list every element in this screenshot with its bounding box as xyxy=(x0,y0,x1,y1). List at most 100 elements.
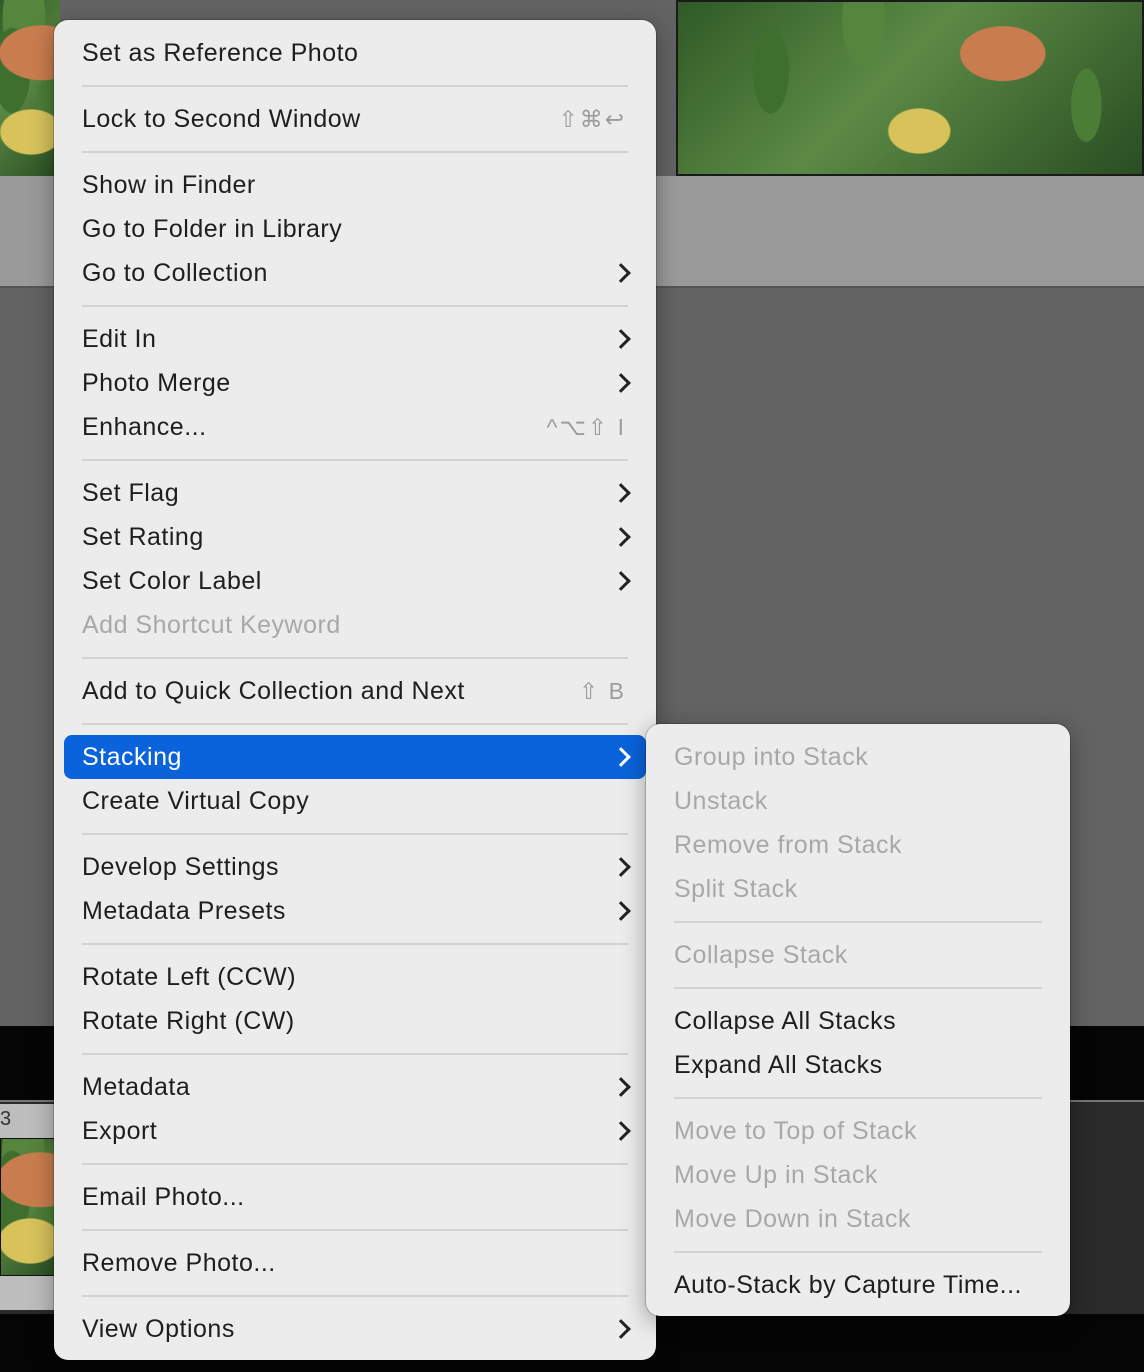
menu-item-stacking[interactable]: Stacking xyxy=(64,735,646,779)
menu-item-split-stack: Split Stack xyxy=(656,867,1060,911)
menu-item-metadata-presets[interactable]: Metadata Presets xyxy=(64,889,646,933)
menu-item-label: Split Stack xyxy=(674,875,798,903)
menu-item-label: Add Shortcut Keyword xyxy=(82,611,341,639)
menu-item-label: Move Up in Stack xyxy=(674,1161,878,1189)
chevron-right-icon xyxy=(611,571,631,591)
menu-item-label: Create Virtual Copy xyxy=(82,787,310,815)
menu-item-label: Stacking xyxy=(82,743,182,771)
menu-item-auto-stack-by-capture-time[interactable]: Auto-Stack by Capture Time... xyxy=(656,1263,1060,1307)
menu-item-collapse-all-stacks[interactable]: Collapse All Stacks xyxy=(656,999,1060,1043)
menu-item-label: Rotate Left (CCW) xyxy=(82,963,297,991)
menu-item-set-rating[interactable]: Set Rating xyxy=(64,515,646,559)
stacking-submenu: Group into Stack Unstack Remove from Stack… xyxy=(646,724,1070,1316)
menu-item-group-into-stack: Group into Stack xyxy=(656,735,1060,779)
menu-item-label: Set Flag xyxy=(82,479,180,507)
menu-item-unstack: Unstack xyxy=(656,779,1060,823)
menu-item-label: Develop Settings xyxy=(82,853,280,881)
menu-separator xyxy=(674,1251,1042,1253)
menu-item-label: Unstack xyxy=(674,787,768,815)
menu-separator xyxy=(82,305,628,307)
menu-item-label: Group into Stack xyxy=(674,743,869,771)
menu-separator xyxy=(82,85,628,87)
menu-item-label: Enhance... xyxy=(82,413,207,441)
menu-separator xyxy=(82,1295,628,1297)
menu-separator xyxy=(82,657,628,659)
chevron-right-icon xyxy=(611,1077,631,1097)
menu-item-label: Edit In xyxy=(82,325,157,353)
filmstrip-thumb-number: 3 xyxy=(0,1108,12,1130)
menu-item-label: Metadata xyxy=(82,1073,191,1101)
menu-separator xyxy=(82,1229,628,1231)
photo-context-menu: Set as Reference Photo Lock to Second Win… xyxy=(54,20,656,1360)
chevron-right-icon xyxy=(611,857,631,877)
menu-separator xyxy=(82,723,628,725)
menu-item-label: Export xyxy=(82,1117,158,1145)
menu-item-label: Expand All Stacks xyxy=(674,1051,883,1079)
menu-item-shortcut: ⇧ B xyxy=(578,678,626,704)
menu-item-show-in-finder[interactable]: Show in Finder xyxy=(64,163,646,207)
menu-item-move-to-top-of-stack: Move to Top of Stack xyxy=(656,1109,1060,1153)
menu-item-photo-merge[interactable]: Photo Merge xyxy=(64,361,646,405)
menu-item-move-down-in-stack: Move Down in Stack xyxy=(656,1197,1060,1241)
menu-item-label: Set Color Label xyxy=(82,567,262,595)
menu-item-enhance[interactable]: Enhance... ^⌥⇧ I xyxy=(64,405,646,449)
menu-item-collapse-stack: Collapse Stack xyxy=(656,933,1060,977)
menu-item-shortcut: ^⌥⇧ I xyxy=(546,414,626,440)
menu-item-label: Metadata Presets xyxy=(82,897,286,925)
menu-item-shortcut: ⇧⌘↩ xyxy=(558,106,626,132)
chevron-right-icon xyxy=(611,747,631,767)
menu-separator xyxy=(674,921,1042,923)
photo-thumbnail-right[interactable] xyxy=(676,0,1144,176)
chevron-right-icon xyxy=(611,1319,631,1339)
menu-item-metadata[interactable]: Metadata xyxy=(64,1065,646,1109)
menu-separator xyxy=(674,987,1042,989)
chevron-right-icon xyxy=(611,373,631,393)
menu-item-label: Email Photo... xyxy=(82,1183,245,1211)
menu-item-label: Move Down in Stack xyxy=(674,1205,911,1233)
menu-item-add-to-quick-collection-and-next[interactable]: Add to Quick Collection and Next ⇧ B xyxy=(64,669,646,713)
filmstrip-thumbnail[interactable] xyxy=(0,1138,58,1276)
chevron-right-icon xyxy=(611,527,631,547)
chevron-right-icon xyxy=(611,901,631,921)
menu-item-label: Move to Top of Stack xyxy=(674,1117,917,1145)
menu-item-label: Rotate Right (CW) xyxy=(82,1007,295,1035)
menu-item-lock-to-second-window[interactable]: Lock to Second Window ⇧⌘↩ xyxy=(64,97,646,141)
menu-item-label: Remove Photo... xyxy=(82,1249,276,1277)
menu-item-label: Set as Reference Photo xyxy=(82,39,359,67)
menu-item-label: Auto-Stack by Capture Time... xyxy=(674,1271,1022,1299)
menu-item-label: Remove from Stack xyxy=(674,831,903,859)
chevron-right-icon xyxy=(611,329,631,349)
menu-item-go-to-collection[interactable]: Go to Collection xyxy=(64,251,646,295)
menu-separator xyxy=(82,943,628,945)
chevron-right-icon xyxy=(611,263,631,283)
menu-item-remove-from-stack: Remove from Stack xyxy=(656,823,1060,867)
menu-item-develop-settings[interactable]: Develop Settings xyxy=(64,845,646,889)
photo-thumbnail-left[interactable] xyxy=(0,0,60,176)
menu-separator xyxy=(674,1097,1042,1099)
menu-item-label: Photo Merge xyxy=(82,369,231,397)
menu-item-export[interactable]: Export xyxy=(64,1109,646,1153)
menu-item-go-to-folder-in-library[interactable]: Go to Folder in Library xyxy=(64,207,646,251)
menu-item-create-virtual-copy[interactable]: Create Virtual Copy xyxy=(64,779,646,823)
menu-item-label: View Options xyxy=(82,1315,235,1343)
menu-item-edit-in[interactable]: Edit In xyxy=(64,317,646,361)
menu-item-label: Collapse Stack xyxy=(674,941,848,969)
menu-separator xyxy=(82,1163,628,1165)
menu-item-rotate-right-cw[interactable]: Rotate Right (CW) xyxy=(64,999,646,1043)
menu-item-view-options[interactable]: View Options xyxy=(64,1307,646,1351)
menu-item-label: Go to Folder in Library xyxy=(82,215,343,243)
menu-item-label: Go to Collection xyxy=(82,259,268,287)
menu-item-set-flag[interactable]: Set Flag xyxy=(64,471,646,515)
menu-separator xyxy=(82,833,628,835)
menu-item-label: Set Rating xyxy=(82,523,204,551)
menu-item-remove-photo[interactable]: Remove Photo... xyxy=(64,1241,646,1285)
menu-item-set-as-reference-photo[interactable]: Set as Reference Photo xyxy=(64,31,646,75)
menu-separator xyxy=(82,1053,628,1055)
menu-item-expand-all-stacks[interactable]: Expand All Stacks xyxy=(656,1043,1060,1087)
menu-item-email-photo[interactable]: Email Photo... xyxy=(64,1175,646,1219)
menu-item-label: Lock to Second Window xyxy=(82,105,361,133)
menu-item-rotate-left-ccw[interactable]: Rotate Left (CCW) xyxy=(64,955,646,999)
menu-item-label: Show in Finder xyxy=(82,171,256,199)
menu-item-move-up-in-stack: Move Up in Stack xyxy=(656,1153,1060,1197)
menu-item-set-color-label[interactable]: Set Color Label xyxy=(64,559,646,603)
